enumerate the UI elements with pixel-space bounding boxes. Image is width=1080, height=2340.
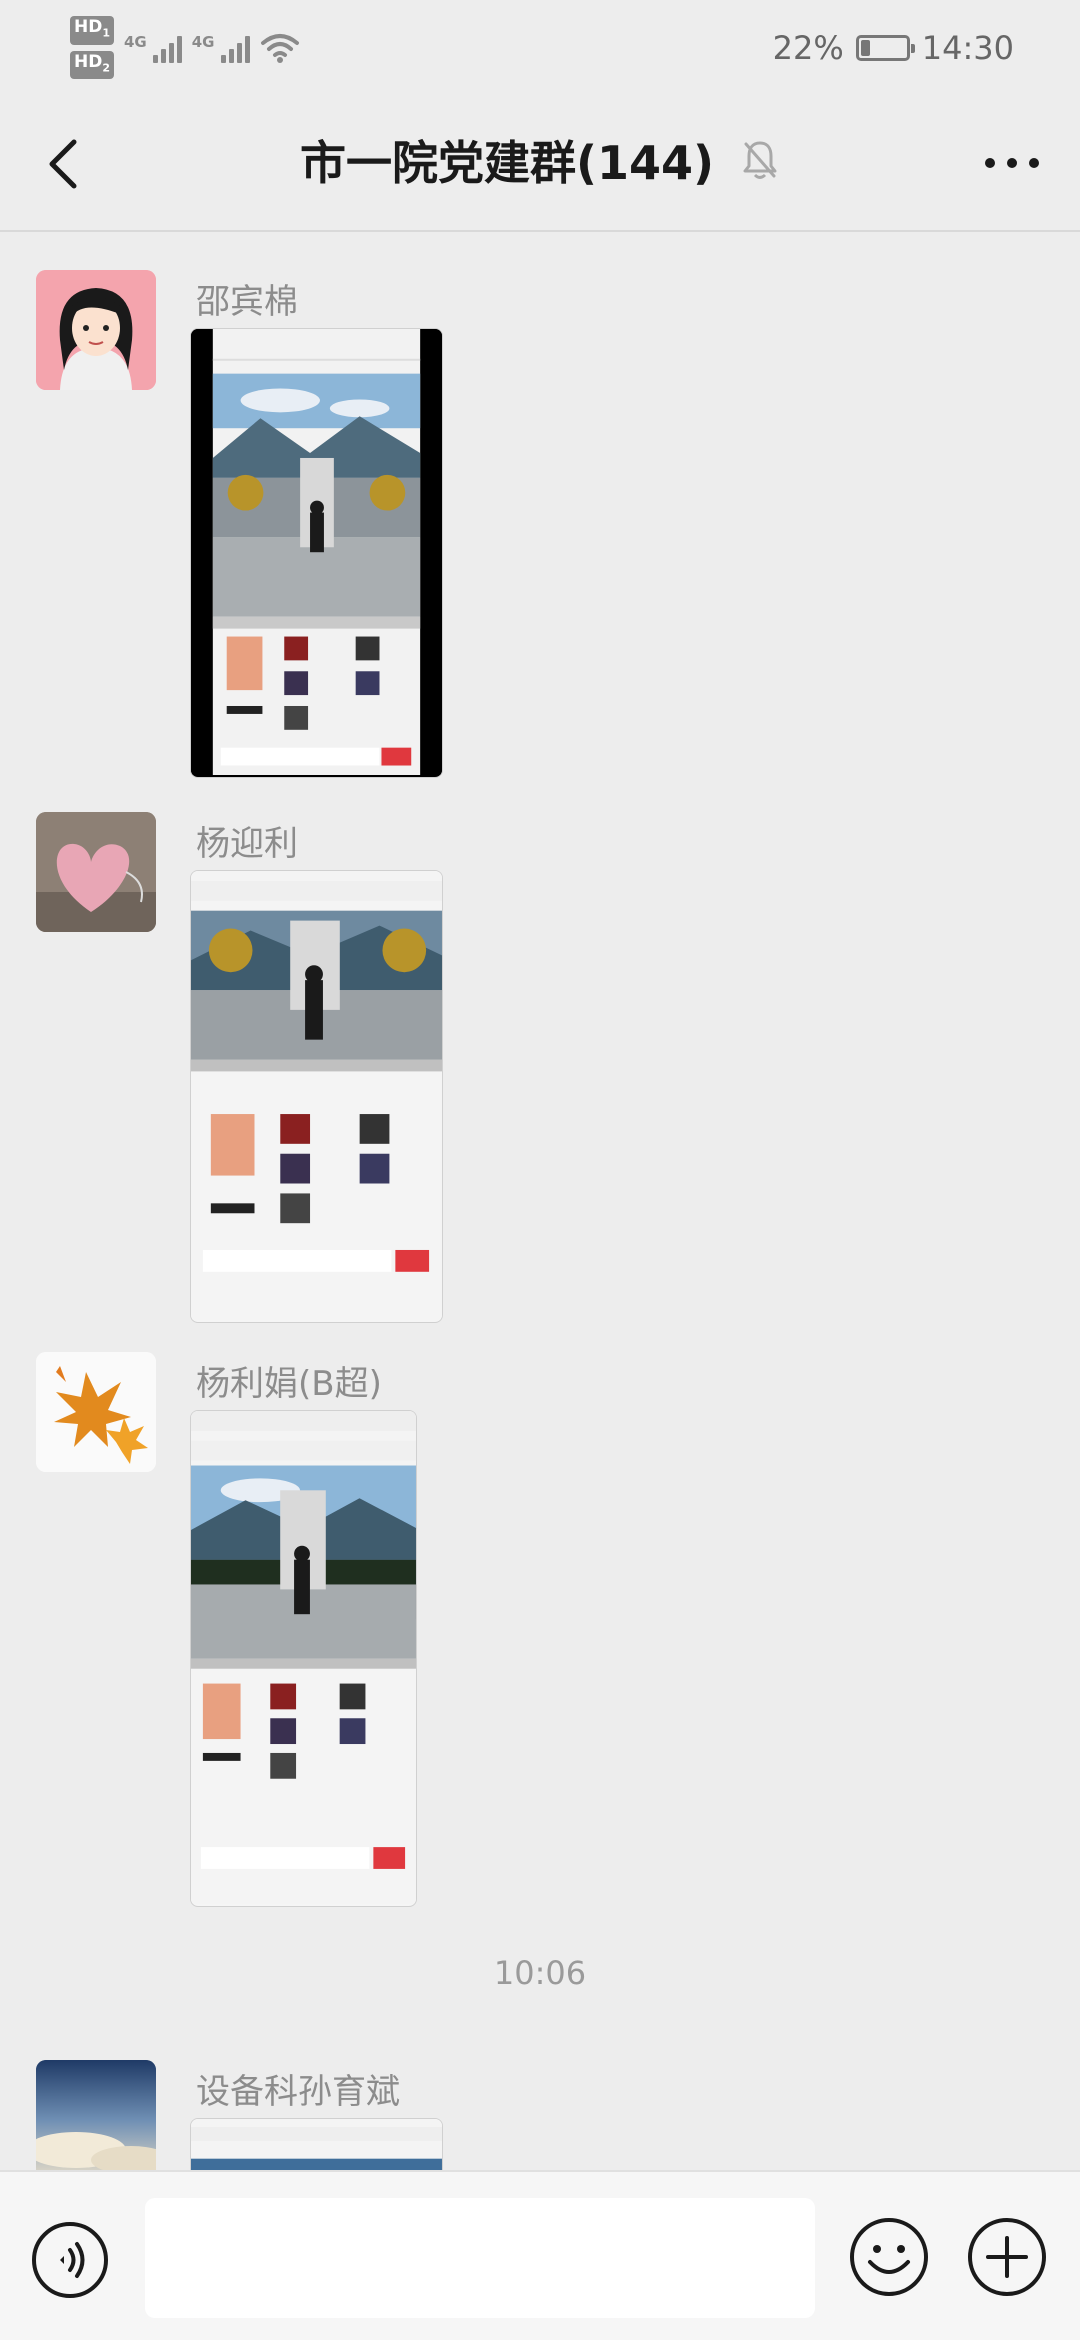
image-message[interactable] [190,1410,417,1907]
screenshot-thumbnail [191,871,442,1321]
message-item: 杨利娟(B超) [36,1352,1036,1912]
sender-name: 杨利娟(B超) [196,1364,382,1404]
hd-badge-2: HD2 [70,50,114,79]
avatar[interactable] [36,1352,156,1472]
avatar[interactable] [36,2060,156,2170]
signal-icon-2: 4G [192,33,250,63]
more-button[interactable] [980,133,1044,193]
status-left: HD1 HD2 4G 4G [70,16,300,79]
message-input[interactable] [145,2198,815,2318]
hd-badge-1: HD1 [70,16,114,45]
avatar[interactable] [36,270,156,390]
plus-button[interactable] [966,2216,1048,2298]
emoji-button[interactable] [848,2216,930,2298]
cartoon-nurse-avatar [36,270,156,390]
battery-percent: 22% [772,28,844,67]
wifi-icon [260,33,299,63]
image-message[interactable] [190,328,443,778]
screenshot-thumbnail [191,2119,442,2170]
screenshot-thumbnail [191,329,442,776]
voice-button[interactable] [30,2220,110,2300]
input-bar [0,2170,1080,2340]
sender-name: 杨迎利 [196,824,298,864]
image-message[interactable] [190,2118,443,2170]
title-bar: 市一院党建群(144) [0,95,1080,232]
sky-clouds-avatar [36,2060,156,2170]
voice-icon [32,2222,108,2298]
hd-indicators: HD1 HD2 [70,16,114,79]
more-horizontal-icon [985,158,1039,168]
chat-area[interactable]: 邵宾棉 杨迎利 杨利娟(B超) 10:06 设备科孙育斌 [0,232,1080,2170]
sender-name: 设备科孙育斌 [196,2072,400,2112]
image-message[interactable] [190,870,443,1323]
bell-off-icon [743,141,777,179]
smiley-icon [850,2218,928,2296]
status-bar: HD1 HD2 4G 4G 22% 14:30 [0,0,1080,95]
plus-circle-icon [968,2218,1046,2296]
sender-name: 邵宾棉 [196,282,298,322]
screenshot-thumbnail [191,1411,416,1904]
battery-icon [855,34,915,61]
signal-icon-1: 4G [124,33,182,63]
knitted-heart-avatar [36,812,156,932]
message-item: 设备科孙育斌 [36,2060,1036,2170]
timestamp: 10:06 [493,1954,587,1992]
page-title: 市一院党建群(144) [299,136,715,190]
avatar[interactable] [36,812,156,932]
status-right: 22% 14:30 [773,29,1014,67]
message-item: 邵宾棉 [36,270,1036,790]
clock: 14:30 [921,28,1014,67]
autumn-leaves-avatar [36,1352,156,1472]
message-item: 杨迎利 [36,812,1036,1332]
